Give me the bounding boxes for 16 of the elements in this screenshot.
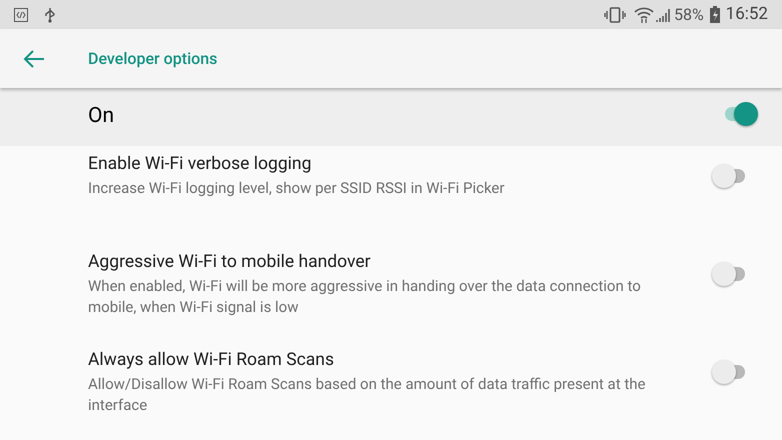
setting-summary: Allow/Disallow Wi-Fi Roam Scans based on the amount of data traffic present at the interface <box>88 374 646 416</box>
clock-time: 16:52 <box>726 2 768 26</box>
battery-percentage: 58% <box>674 4 704 26</box>
setting-title: Enable Wi-Fi verbose logging <box>88 153 312 176</box>
setting-summary: When enabled, Wi-Fi will be more aggressive in handing over the data connection to mobile, when Wi-Fi signal is low <box>88 276 642 318</box>
code-icon <box>14 8 28 22</box>
wifi-icon <box>634 6 654 23</box>
setting-summary: Increase Wi-Fi logging level, show per SSID RSSI in Wi-Fi Picker <box>88 178 506 199</box>
usb-icon <box>44 6 56 22</box>
vibrate-icon <box>604 6 626 22</box>
master-switch-label: On <box>88 103 114 130</box>
setting-title: Aggressive Wi-Fi to mobile handover <box>88 251 372 274</box>
battery-charging-icon <box>710 6 720 23</box>
screen-title: Developer options <box>88 48 218 70</box>
setting-title: Always allow Wi-Fi Roam Scans <box>88 349 335 372</box>
signal-icon <box>656 8 670 22</box>
